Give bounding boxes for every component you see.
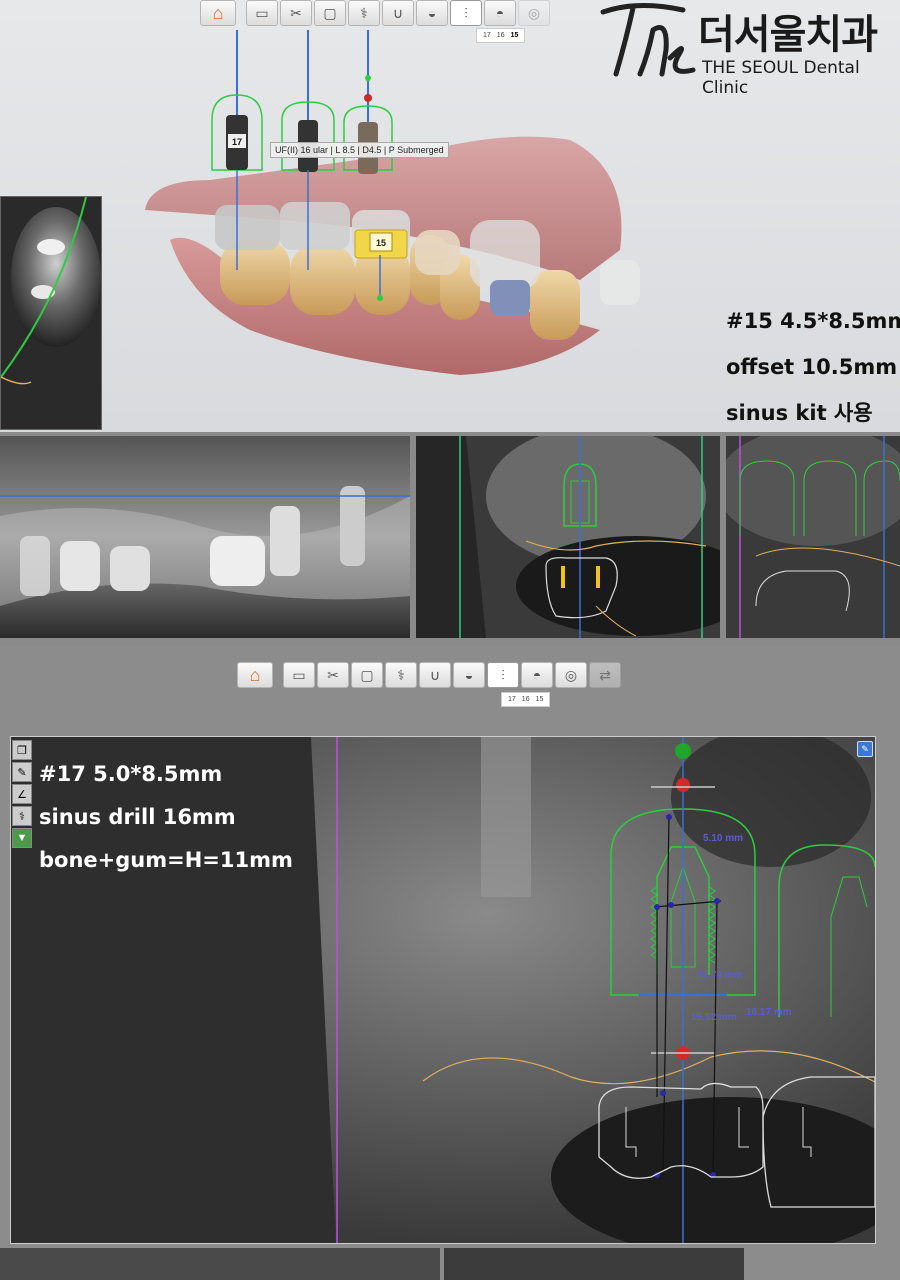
panoramic-image — [0, 436, 410, 638]
note-15-kit: sinus kit 사용 — [726, 401, 873, 425]
nerve-icon[interactable]: ⚕ — [12, 806, 32, 826]
export-icon-bottom[interactable]: ⇄ — [589, 662, 621, 688]
scan-icon[interactable]: ▭ — [246, 0, 278, 26]
tooth-icon-bottom[interactable]: ⚕ — [385, 662, 417, 688]
logo-english: THE SEOUL Dental Clinic — [702, 58, 860, 98]
measure-label-2: 10.74 mm — [697, 970, 743, 981]
planning-2d-view: ⌂ ▭ ✂ ▢ ⚕ ∪ ◒ ⫶ ◓ ◎ ⇄ 17 16 15 5.10 mm 1… — [0, 646, 900, 1280]
implant-icon[interactable]: ⫶ — [450, 0, 482, 26]
ct-inset-image — [1, 197, 101, 429]
note-17-height: bone+gum=H=11mm — [39, 848, 293, 872]
cross-section-main-17[interactable]: 5.10 mm 10.74 mm 15.52 mm 16.17 mm ✎ #17… — [10, 736, 876, 1244]
implant-icon-bottom[interactable]: ⫶ — [487, 662, 519, 688]
ct-inset-axial[interactable] — [0, 196, 102, 430]
guide-icon[interactable]: ◎ — [518, 0, 550, 26]
note-17-drill: sinus drill 16mm — [39, 805, 236, 829]
planning-3d-view: ⌂ ▭ ✂ ▢ ⚕ ∪ ◒ ⫶ ◓ ◎ 17 16 15 더서울치과 THE S… — [0, 0, 900, 432]
logo-korean: 더서울치과 — [698, 12, 878, 58]
implant-label-17-3d: 17 — [232, 137, 242, 147]
view-side-tools: ❐ ✎ ∠ ⚕ ▼ — [12, 740, 32, 848]
tooth-tab-16-bottom[interactable]: 16 — [522, 696, 530, 703]
measure-label-3: 15.52 mm — [691, 1012, 737, 1023]
crown-icon[interactable]: ◒ — [416, 0, 448, 26]
jaw-3d-model[interactable]: 15 17 — [130, 30, 650, 390]
workflow-toolbar-top: ⌂ ▭ ✂ ▢ ⚕ ∪ ◒ ⫶ ◓ ◎ — [200, 0, 552, 28]
angle-icon[interactable]: ∠ — [12, 784, 32, 804]
note-15-size: #15 4.5*8.5mm — [726, 309, 900, 333]
plan-notes-15: #15 4.5*8.5mm offset 10.5mm sinus kit 사용 — [726, 298, 900, 432]
abutment-icon-bottom[interactable]: ◓ — [521, 662, 553, 688]
implant-info-tooltip: UF(II) 16 ular | L 8.5 | D4.5 | P Submer… — [270, 142, 449, 158]
home-icon[interactable]: ⌂ — [200, 0, 236, 26]
arch-icon[interactable]: ∪ — [382, 0, 414, 26]
copy-icon[interactable]: ❐ — [12, 740, 32, 760]
cut-icon-bottom[interactable]: ✂ — [317, 662, 349, 688]
cross-thumb[interactable] — [444, 1248, 744, 1280]
ruler-icon[interactable]: ✎ — [12, 762, 32, 782]
abutment-icon[interactable]: ◓ — [484, 0, 516, 26]
plan-notes-17: #17 5.0*8.5mm sinus drill 16mm bone+gum=… — [39, 753, 293, 882]
implant-label-15-3d: 15 — [376, 238, 386, 248]
cross-section-image-multi — [726, 436, 900, 638]
arch-icon-bottom[interactable]: ∪ — [419, 662, 451, 688]
workflow-toolbar-bottom: ⌂ ▭ ✂ ▢ ⚕ ∪ ◒ ⫶ ◓ ◎ ⇄ — [237, 660, 623, 690]
tooth-tab-17-bottom[interactable]: 17 — [508, 696, 516, 703]
tooth-tab-strip-bottom: 17 16 15 — [501, 692, 551, 707]
cross-section-view-multi[interactable] — [726, 436, 900, 638]
panoramic-thumb[interactable] — [0, 1248, 440, 1280]
guide-icon-bottom[interactable]: ◎ — [555, 662, 587, 688]
note-17-size: #17 5.0*8.5mm — [39, 762, 223, 786]
cross-section-image-15 — [416, 436, 720, 638]
tooth-tab-15-bottom[interactable]: 15 — [536, 696, 544, 703]
cross-section-view-15[interactable] — [416, 436, 720, 638]
tray-icon[interactable]: ▢ — [314, 0, 346, 26]
panoramic-view[interactable] — [0, 436, 410, 638]
tooth-icon[interactable]: ⚕ — [348, 0, 380, 26]
crown-icon-bottom[interactable]: ◒ — [453, 662, 485, 688]
measure-label-1: 5.10 mm — [703, 833, 744, 844]
view-options-icon[interactable]: ✎ — [857, 741, 873, 757]
measure-label-4: 16.17 mm — [746, 1007, 792, 1018]
note-15-offset: offset 10.5mm — [726, 355, 898, 379]
tray-icon-bottom[interactable]: ▢ — [351, 662, 383, 688]
layer-icon[interactable]: ▼ — [12, 828, 32, 848]
scan-icon-bottom[interactable]: ▭ — [283, 662, 315, 688]
home-icon-bottom[interactable]: ⌂ — [237, 662, 273, 688]
cut-icon[interactable]: ✂ — [280, 0, 312, 26]
